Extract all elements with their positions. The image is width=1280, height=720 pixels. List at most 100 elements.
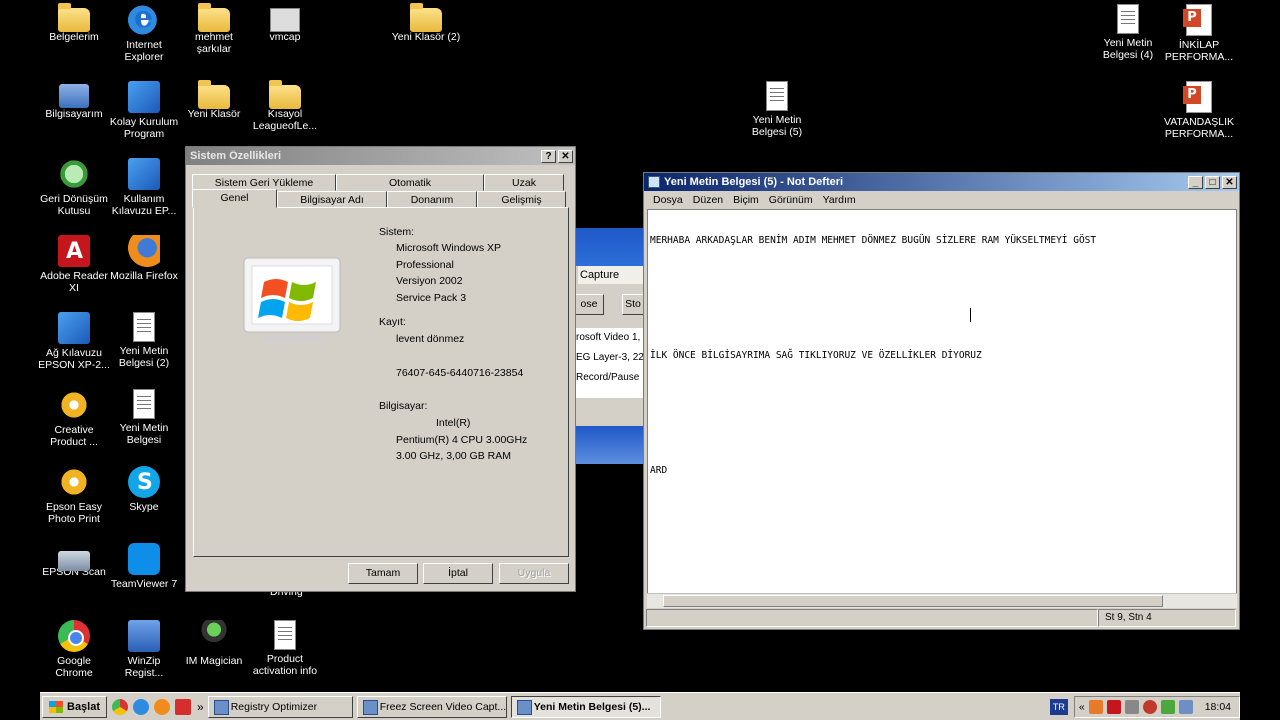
start-button[interactable]: Başlat	[42, 695, 108, 718]
system-properties-titlebar[interactable]: Sistem Özellikleri ? ✕	[186, 147, 575, 165]
computer-info: Intel(R) Pentium(R) 4 CPU 3.00GHz 3.00 G…	[396, 415, 527, 465]
video-capture-bottom	[576, 426, 644, 464]
quicklaunch-chevron[interactable]: »	[197, 700, 204, 714]
desktop-icon[interactable]: Kolay Kurulum Program	[106, 81, 182, 140]
capture-info: rosoft Video 1, EG Layer-3, 22 Record/Pa…	[576, 328, 644, 398]
tab-advanced[interactable]: Gelişmiş	[477, 191, 566, 208]
task-registry-optimizer[interactable]: Registry Optimizer	[207, 695, 353, 718]
system-properties-dialog[interactable]: Sistem Özellikleri ? ✕ Sistem Geri Yükle…	[185, 146, 576, 592]
network-tray-icon[interactable]	[1160, 699, 1175, 714]
firefox-icon[interactable]	[154, 698, 171, 715]
yandex-icon[interactable]	[175, 698, 192, 715]
desktop-icon[interactable]: Yeni Metin Belgesi (4)	[1090, 4, 1166, 61]
capture-menu[interactable]: Capture	[578, 266, 644, 284]
desktop-icon[interactable]: Skype	[106, 466, 182, 513]
apply-button[interactable]: Uygula	[499, 563, 569, 584]
desktop-icon[interactable]: Geri Dönüşüm Kutusu	[36, 158, 112, 217]
desktop-icon[interactable]: Ağ Kılavuzu EPSON XP-2...	[36, 312, 112, 371]
volume-tray-icon[interactable]	[1178, 699, 1193, 714]
desktop-icon[interactable]: İNKİLAP PERFORMA...	[1161, 4, 1237, 63]
menu-view[interactable]: Görünüm	[764, 194, 818, 206]
desktop-icon-label: Mozilla Firefox	[110, 270, 178, 282]
desktop-icon[interactable]: Epson Easy Photo Print	[36, 466, 112, 525]
close-button[interactable]: ✕	[558, 149, 573, 163]
desktop-icon[interactable]: Yeni Klasör (2)	[388, 3, 464, 43]
desktop-icon[interactable]: Yeni Metin Belgesi (2)	[106, 312, 182, 369]
desktop-icon[interactable]: Yeni Metin Belgesi	[106, 389, 182, 446]
camera-icon	[270, 8, 300, 32]
task-freez-screen[interactable]: Freez Screen Video Capt...	[356, 695, 507, 718]
recycle-bin-icon	[58, 158, 90, 190]
ok-button[interactable]: Tamam	[348, 563, 418, 584]
menu-format[interactable]: Biçim	[728, 194, 764, 206]
wizard-icon	[128, 158, 160, 190]
desktop-icon[interactable]: Google Chrome	[36, 620, 112, 679]
adobe-tray-icon[interactable]	[1106, 699, 1121, 714]
desktop-icon[interactable]: Kısayol LeagueofLe...	[247, 80, 323, 132]
menu-edit[interactable]: Düzen	[688, 194, 728, 206]
desktop-icon[interactable]: Kullanım Kılavuzu EP...	[106, 158, 182, 217]
help-button[interactable]: ?	[541, 149, 556, 163]
tab-computer-name[interactable]: Bilgisayar Adı	[277, 191, 387, 208]
notepad-titlebar[interactable]: Yeni Metin Belgesi (5) - Not Defteri _ □…	[644, 173, 1239, 191]
status-position: St 9, Stn 4	[1098, 609, 1236, 627]
close-button[interactable]: ose	[574, 294, 604, 315]
desktop-icon[interactable]: Belgelerim	[36, 3, 112, 43]
desktop-icon-label: Creative Product ...	[50, 424, 98, 448]
desktop-icon[interactable]: Mozilla Firefox	[106, 235, 182, 282]
capture-line: EG Layer-3, 22	[576, 352, 644, 363]
notepad-title: Yeni Metin Belgesi (5) - Not Defteri	[664, 176, 844, 188]
ie-icon[interactable]	[133, 698, 150, 715]
desktop-icon[interactable]: mehmet şarkılar	[176, 3, 252, 55]
tab-automatic-updates[interactable]: Otomatik Güncelleştirmeler	[336, 174, 484, 205]
horizontal-scrollbar[interactable]	[647, 593, 1237, 608]
menu-help[interactable]: Yardım	[818, 194, 861, 206]
desktop-icon-label: IM Magician	[185, 655, 243, 667]
desktop-icon[interactable]: Bilgisayarım	[36, 81, 112, 120]
text-line: ARD	[650, 464, 668, 476]
desktop-icon[interactable]: Yeni Metin Belgesi (5)	[739, 81, 815, 138]
close-button[interactable]: ✕	[1222, 175, 1237, 189]
desktop-icon[interactable]: Yeni Klasör	[176, 80, 252, 120]
desktop-icon-label: Epson Easy Photo Print	[45, 501, 103, 525]
desktop-icon[interactable]: WinZip Regist...	[106, 620, 182, 679]
computer-icon	[59, 84, 89, 108]
notepad-text-area[interactable]: MERHABA ARKADAŞLAR BENİM ADIM MEHMET DÖN…	[647, 209, 1237, 594]
desktop-icon[interactable]: Product activation info	[247, 620, 323, 677]
text-line	[650, 273, 1234, 289]
chrome-icon[interactable]	[112, 698, 129, 715]
desktop-icon-label: Skype	[129, 501, 159, 513]
menu-file[interactable]: Dosya	[648, 194, 688, 206]
tray-tool-icon[interactable]	[1124, 699, 1139, 714]
minimize-button[interactable]: _	[1188, 175, 1203, 189]
desktop-icon[interactable]: Adobe Reader XI	[36, 235, 112, 294]
scroll-thumb[interactable]	[663, 595, 1163, 607]
tab-hardware[interactable]: Donanım	[387, 191, 477, 208]
desktop-icon[interactable]: vmcap	[247, 4, 323, 43]
desktop-icon-label: TeamViewer 7	[110, 578, 178, 590]
stop-button[interactable]: Sto	[622, 294, 644, 315]
desktop-icon-label: Yeni Metin Belgesi (5)	[751, 114, 803, 138]
task-notepad[interactable]: Yeni Metin Belgesi (5)...	[510, 695, 661, 718]
desktop-icon-label: vmcap	[269, 31, 301, 43]
tab-remote[interactable]: Uzak	[484, 174, 564, 191]
notepad-window[interactable]: Yeni Metin Belgesi (5) - Not Defteri _ □…	[643, 172, 1240, 630]
tray-app-icon[interactable]	[1088, 699, 1103, 714]
desktop-icon[interactable]: IM Magician	[176, 620, 252, 667]
desktop-icon[interactable]: Creative Product ...	[36, 389, 112, 448]
maximize-button[interactable]: □	[1205, 175, 1220, 189]
desktop-icon-label: Product activation info	[252, 653, 318, 677]
tray-chevron[interactable]: «	[1079, 701, 1085, 713]
desktop-icon[interactable]: VATANDAŞLIK PERFORMA...	[1161, 81, 1237, 140]
cancel-button[interactable]: İptal	[423, 563, 493, 584]
desktop-icon[interactable]: TeamViewer 7	[106, 543, 182, 590]
registered-label: Kayıt:	[379, 316, 406, 328]
clock[interactable]: 18:04	[1205, 701, 1231, 713]
security-tray-icon[interactable]	[1142, 699, 1157, 714]
text-line	[650, 312, 1234, 328]
desktop-icon[interactable]: Internet Explorer	[106, 0, 182, 63]
desktop-icon[interactable]: EPSON Scan	[36, 543, 112, 578]
language-indicator[interactable]: TR	[1049, 698, 1068, 715]
cpu-ram: 3.00 GHz, 3,00 GB RAM	[396, 450, 511, 462]
tab-general[interactable]: Genel	[192, 189, 277, 208]
